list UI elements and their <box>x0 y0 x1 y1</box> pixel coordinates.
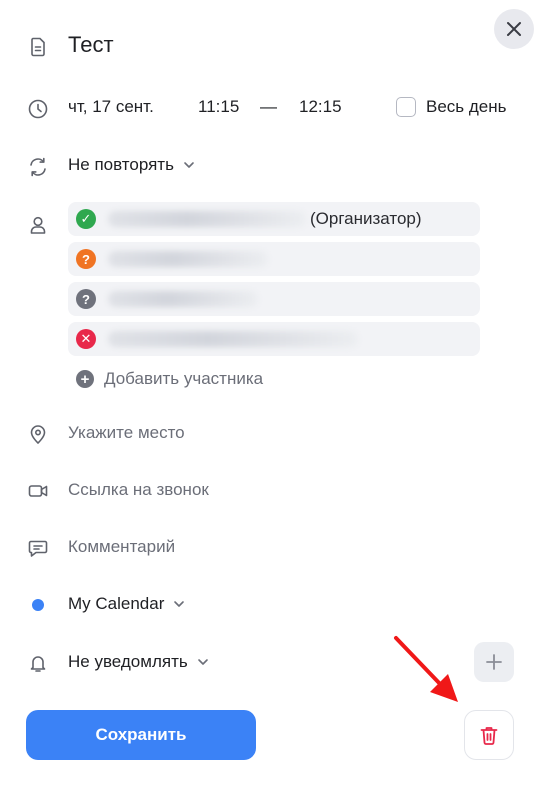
add-participant-button[interactable]: + Добавить участника <box>76 369 263 389</box>
time-separator: — <box>260 97 277 116</box>
maybe-status-icon: ? <box>76 249 96 269</box>
plus-icon <box>486 654 502 670</box>
delete-button[interactable] <box>464 710 514 760</box>
start-time[interactable]: 11:15 <box>198 97 239 117</box>
all-day-label: Весь день <box>426 97 507 116</box>
participant-item[interactable]: ✕ <box>68 322 480 356</box>
event-date[interactable]: чт, 17 сент. <box>68 97 154 117</box>
location-pin-icon <box>26 422 50 446</box>
annotation-arrow <box>394 636 458 702</box>
chevron-down-icon <box>184 162 194 168</box>
participant-name-redacted <box>108 331 358 347</box>
participant-name-redacted <box>108 251 268 267</box>
call-link-field[interactable]: Ссылка на звонок <box>68 480 209 500</box>
event-title[interactable]: Тест <box>68 32 114 58</box>
video-camera-icon <box>26 479 50 503</box>
declined-status-icon: ✕ <box>76 329 96 349</box>
bell-icon <box>26 651 50 675</box>
end-time[interactable]: 12:15 <box>299 97 342 117</box>
calendar-color-dot <box>26 593 50 617</box>
document-icon <box>26 35 50 59</box>
participant-role: (Организатор) <box>310 209 422 228</box>
close-button[interactable] <box>494 9 534 49</box>
repeat-icon <box>26 155 50 179</box>
unknown-status-icon: ? <box>76 289 96 309</box>
calendar-select[interactable]: My Calendar <box>68 594 186 614</box>
chevron-down-icon <box>197 659 208 665</box>
participant-name-redacted <box>108 291 258 307</box>
clock-icon <box>26 97 50 121</box>
calendar-name: My Calendar <box>68 594 165 613</box>
chevron-down-icon <box>174 601 185 607</box>
notification-value: Не уведомлять <box>68 652 188 671</box>
comment-icon <box>26 536 50 560</box>
trash-icon <box>480 727 498 745</box>
participant-item[interactable]: ? <box>68 282 480 316</box>
participant-item[interactable]: ? <box>68 242 480 276</box>
repeat-value: Не повторять <box>68 155 174 174</box>
add-participant-label: Добавить участника <box>104 369 264 388</box>
accepted-status-icon: ✓ <box>76 209 96 229</box>
plus-circle-icon: + <box>76 370 94 388</box>
save-button[interactable]: Сохранить <box>26 710 256 760</box>
close-icon <box>507 22 521 36</box>
repeat-select[interactable]: Не повторять <box>68 155 196 175</box>
all-day-toggle[interactable]: Весь день <box>396 97 507 117</box>
notification-select[interactable]: Не уведомлять <box>68 652 210 672</box>
comment-field[interactable]: Комментарий <box>68 537 175 557</box>
user-icon <box>26 213 50 237</box>
all-day-checkbox[interactable] <box>396 97 416 117</box>
add-notification-button[interactable] <box>474 642 514 682</box>
participant-item[interactable]: ✓ (Организатор) <box>68 202 480 236</box>
participant-name-redacted <box>108 211 306 227</box>
location-field[interactable]: Укажите место <box>68 423 185 443</box>
